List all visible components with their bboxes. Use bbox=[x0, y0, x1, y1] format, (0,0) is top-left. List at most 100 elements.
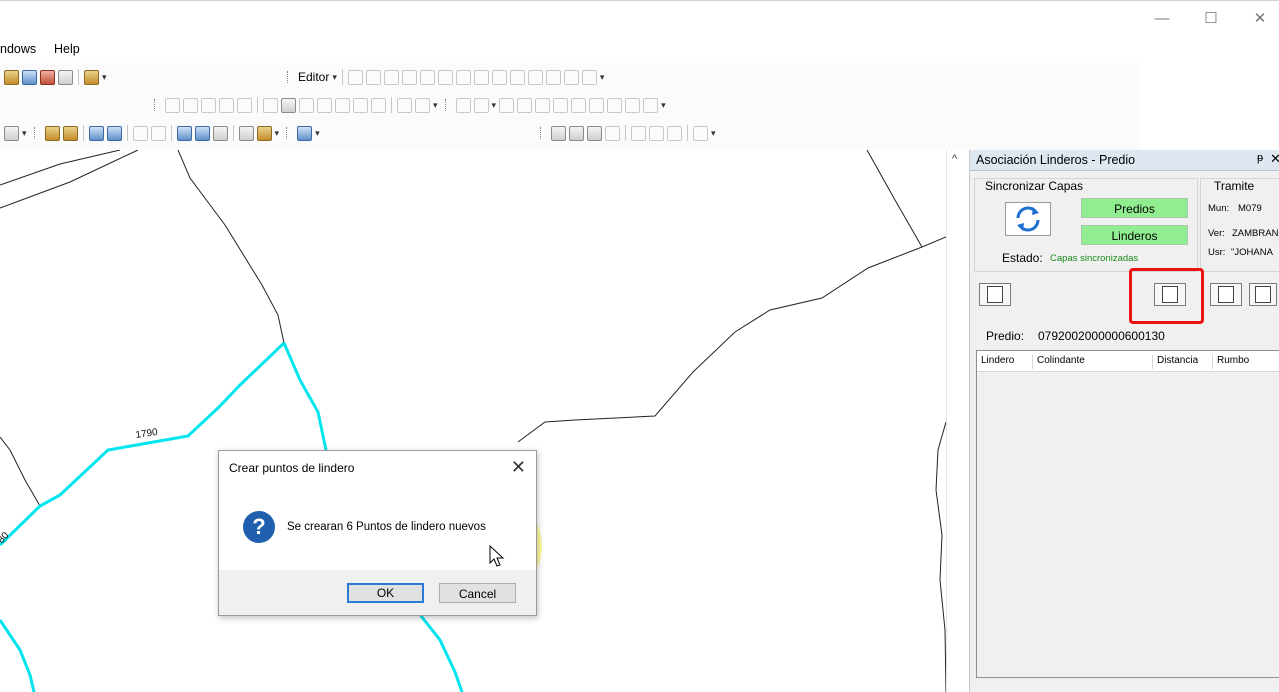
editor-menu-button[interactable]: Editor bbox=[298, 70, 329, 84]
hierarchy-icon[interactable] bbox=[693, 125, 708, 141]
link-table-icon[interactable] bbox=[571, 97, 587, 113]
fillet-icon[interactable] bbox=[183, 97, 198, 113]
toolbar-grip[interactable] bbox=[444, 99, 453, 111]
layer-icon[interactable] bbox=[44, 125, 60, 141]
adjust-icon[interactable] bbox=[643, 97, 659, 113]
save-button[interactable] bbox=[1249, 283, 1277, 306]
preview-icon[interactable] bbox=[589, 97, 605, 113]
cube-icon[interactable] bbox=[551, 125, 566, 141]
pin-icon[interactable]: ᵽ bbox=[1257, 152, 1263, 164]
catalog-icon[interactable] bbox=[22, 69, 37, 85]
attributes-icon[interactable] bbox=[545, 69, 561, 85]
toolbox-icon[interactable] bbox=[40, 69, 55, 85]
sync-button[interactable] bbox=[1005, 202, 1051, 236]
linderos-button[interactable]: Linderos bbox=[1081, 225, 1188, 245]
cut-polygons-icon[interactable] bbox=[491, 69, 507, 85]
trim-icon[interactable] bbox=[219, 97, 234, 113]
trace-icon[interactable] bbox=[401, 69, 417, 85]
column-header-lindero[interactable]: Lindero bbox=[977, 355, 1033, 369]
edit-tool-icon[interactable] bbox=[347, 69, 363, 85]
globe-icon[interactable] bbox=[256, 125, 272, 141]
toolbar-overflow-icon[interactable]: ▾ bbox=[22, 128, 27, 139]
house-icon[interactable] bbox=[569, 125, 584, 141]
predios-button[interactable]: Predios bbox=[1081, 198, 1188, 218]
point-icon[interactable] bbox=[419, 69, 435, 85]
select-predio-button[interactable] bbox=[979, 283, 1011, 306]
minimize-button[interactable]: — bbox=[1147, 9, 1177, 29]
identify-icon[interactable] bbox=[62, 125, 78, 141]
toolbar-grip[interactable] bbox=[287, 71, 295, 83]
adjustment-dropdown-icon[interactable]: ▾ bbox=[492, 100, 497, 111]
column-header-distancia[interactable]: Distancia bbox=[1153, 355, 1213, 369]
toolbar-overflow-icon[interactable]: ▾ bbox=[102, 72, 107, 83]
toolbar-grip[interactable] bbox=[540, 127, 548, 139]
multi-displacement-icon[interactable] bbox=[535, 97, 551, 113]
toolbar-grip[interactable] bbox=[33, 127, 42, 139]
attribute-transfer-icon[interactable] bbox=[607, 97, 623, 113]
displacement-link-icon[interactable] bbox=[499, 97, 515, 113]
cancel-button[interactable]: Cancel bbox=[439, 583, 516, 603]
extend-icon[interactable] bbox=[201, 97, 216, 113]
menu-help[interactable]: Help bbox=[54, 42, 80, 56]
form-icon[interactable] bbox=[194, 125, 210, 141]
toolbar-overflow-icon[interactable]: ▾ bbox=[275, 128, 280, 139]
toolbar-overflow-icon[interactable]: ▾ bbox=[315, 128, 320, 139]
toolbar-grip[interactable] bbox=[154, 99, 162, 111]
maximize-button[interactable]: ☐ bbox=[1196, 9, 1226, 29]
generalize-icon[interactable] bbox=[281, 97, 296, 113]
map-config-icon[interactable] bbox=[106, 125, 122, 141]
building-outline-icon[interactable] bbox=[605, 125, 620, 141]
line-intersection-icon[interactable] bbox=[237, 97, 252, 113]
parcel-list-alt-icon[interactable] bbox=[649, 125, 664, 141]
close-window-button[interactable]: ✕ bbox=[1245, 9, 1275, 29]
window-icon[interactable] bbox=[58, 69, 73, 85]
ok-button[interactable]: OK bbox=[347, 583, 424, 603]
edit-vertices-icon[interactable] bbox=[455, 69, 471, 85]
map-scrollbar[interactable]: ^ bbox=[946, 150, 969, 692]
editor-dropdown-icon[interactable]: ▾ bbox=[332, 72, 337, 83]
model-builder-icon[interactable] bbox=[84, 69, 99, 85]
menu-windows[interactable]: ndows bbox=[0, 42, 36, 56]
spatial-adjustment-icon[interactable] bbox=[473, 97, 489, 113]
report-icon[interactable] bbox=[176, 125, 192, 141]
table-icon[interactable] bbox=[667, 125, 682, 141]
construct-parallel-icon[interactable] bbox=[371, 97, 386, 113]
topology-icon[interactable] bbox=[397, 97, 412, 113]
edit-annotation-icon[interactable] bbox=[365, 69, 381, 85]
copy-features-icon[interactable] bbox=[165, 97, 180, 113]
panel-close-icon[interactable]: ✕ bbox=[1270, 151, 1279, 167]
split-icon[interactable] bbox=[509, 69, 525, 85]
toolbar-overflow-icon[interactable]: ▾ bbox=[711, 128, 716, 139]
validate-button[interactable] bbox=[1210, 283, 1242, 306]
parcel-list-icon[interactable] bbox=[631, 125, 646, 141]
star-icon[interactable] bbox=[437, 69, 453, 85]
straight-segment-icon[interactable] bbox=[383, 69, 399, 85]
buildings-icon[interactable] bbox=[587, 125, 602, 141]
map-icon[interactable] bbox=[88, 125, 104, 141]
create-features-icon[interactable] bbox=[581, 69, 597, 85]
sketch-properties-icon[interactable] bbox=[563, 69, 579, 85]
limited-adjust-icon[interactable] bbox=[553, 97, 569, 113]
reshape-icon[interactable] bbox=[473, 69, 489, 85]
identity-link-icon[interactable] bbox=[517, 97, 533, 113]
toolbar-overflow-icon[interactable]: ▾ bbox=[433, 100, 438, 111]
scroll-up-icon[interactable]: ^ bbox=[952, 153, 957, 165]
dialog-close-icon[interactable]: ✕ bbox=[511, 457, 526, 478]
toolbar-grip[interactable] bbox=[286, 127, 294, 139]
network-icon[interactable] bbox=[212, 125, 228, 141]
world-icon[interactable] bbox=[297, 125, 313, 141]
align-icon[interactable] bbox=[317, 97, 332, 113]
explode-icon[interactable] bbox=[263, 97, 278, 113]
edge-match-icon[interactable] bbox=[625, 97, 641, 113]
toolbar-overflow-icon[interactable]: ▾ bbox=[661, 100, 666, 111]
list-icon[interactable] bbox=[132, 125, 148, 141]
toolbar-overflow-icon[interactable]: ▾ bbox=[600, 72, 605, 83]
column-header-rumbo[interactable]: Rumbo bbox=[1213, 355, 1279, 369]
add-data-icon[interactable] bbox=[4, 69, 19, 85]
zoom-select-icon[interactable] bbox=[4, 125, 19, 141]
column-header-colindante[interactable]: Colindante bbox=[1033, 355, 1153, 369]
linderos-table[interactable]: Lindero Colindante Distancia Rumbo bbox=[976, 350, 1279, 678]
rotate-icon[interactable] bbox=[527, 69, 543, 85]
validate-topology-icon[interactable] bbox=[415, 97, 430, 113]
list-alt-icon[interactable] bbox=[150, 125, 166, 141]
